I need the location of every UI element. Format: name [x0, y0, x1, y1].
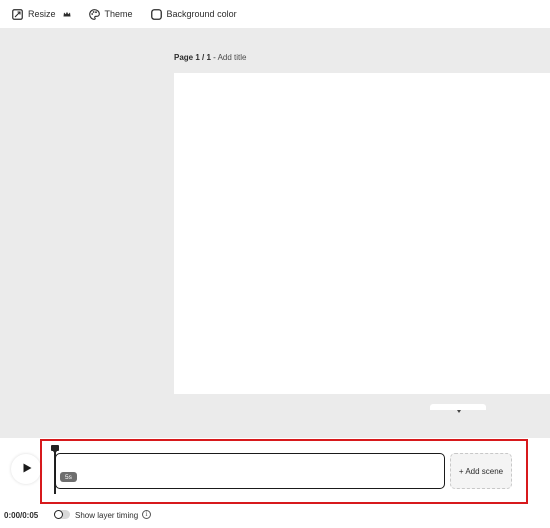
play-icon — [21, 460, 32, 478]
scene-clip[interactable]: 5s — [55, 453, 445, 489]
page-canvas[interactable] — [174, 73, 550, 394]
page-label: Page 1 / 1 - Add title — [174, 53, 247, 62]
playhead-handle[interactable] — [51, 445, 59, 454]
top-toolbar: Resize Theme Background color — [0, 0, 550, 28]
background-color-label: Background color — [166, 9, 237, 19]
page-separator: - — [210, 53, 218, 62]
page-indicator: Page 1 / 1 — [174, 53, 211, 62]
palette-icon — [88, 8, 100, 20]
theme-label: Theme — [104, 9, 133, 19]
add-title-link[interactable]: Add title — [218, 53, 247, 62]
show-layer-timing-toggle[interactable] — [54, 510, 70, 519]
add-scene-button[interactable]: + Add scene — [450, 453, 512, 489]
canvas-stage: Page 1 / 1 - Add title — [0, 28, 550, 438]
background-color-button[interactable]: Background color — [150, 8, 237, 20]
scene-duration-badge: 5s — [60, 472, 77, 482]
theme-button[interactable]: Theme — [88, 8, 133, 20]
color-swatch-icon — [150, 8, 162, 20]
timeline-panel: 5s + Add scene 0:00/0:05 Show layer timi… — [0, 438, 550, 528]
play-button[interactable] — [11, 454, 41, 484]
crown-icon — [63, 11, 71, 18]
chevron-down-icon — [457, 410, 461, 413]
resize-icon — [12, 8, 23, 20]
resize-button[interactable]: Resize — [12, 8, 71, 20]
show-layer-timing-label: Show layer timing — [75, 511, 139, 520]
toggle-knob — [54, 510, 63, 519]
resize-label: Resize — [28, 9, 56, 19]
info-icon[interactable]: i — [142, 510, 151, 519]
time-readout: 0:00/0:05 — [4, 511, 39, 520]
